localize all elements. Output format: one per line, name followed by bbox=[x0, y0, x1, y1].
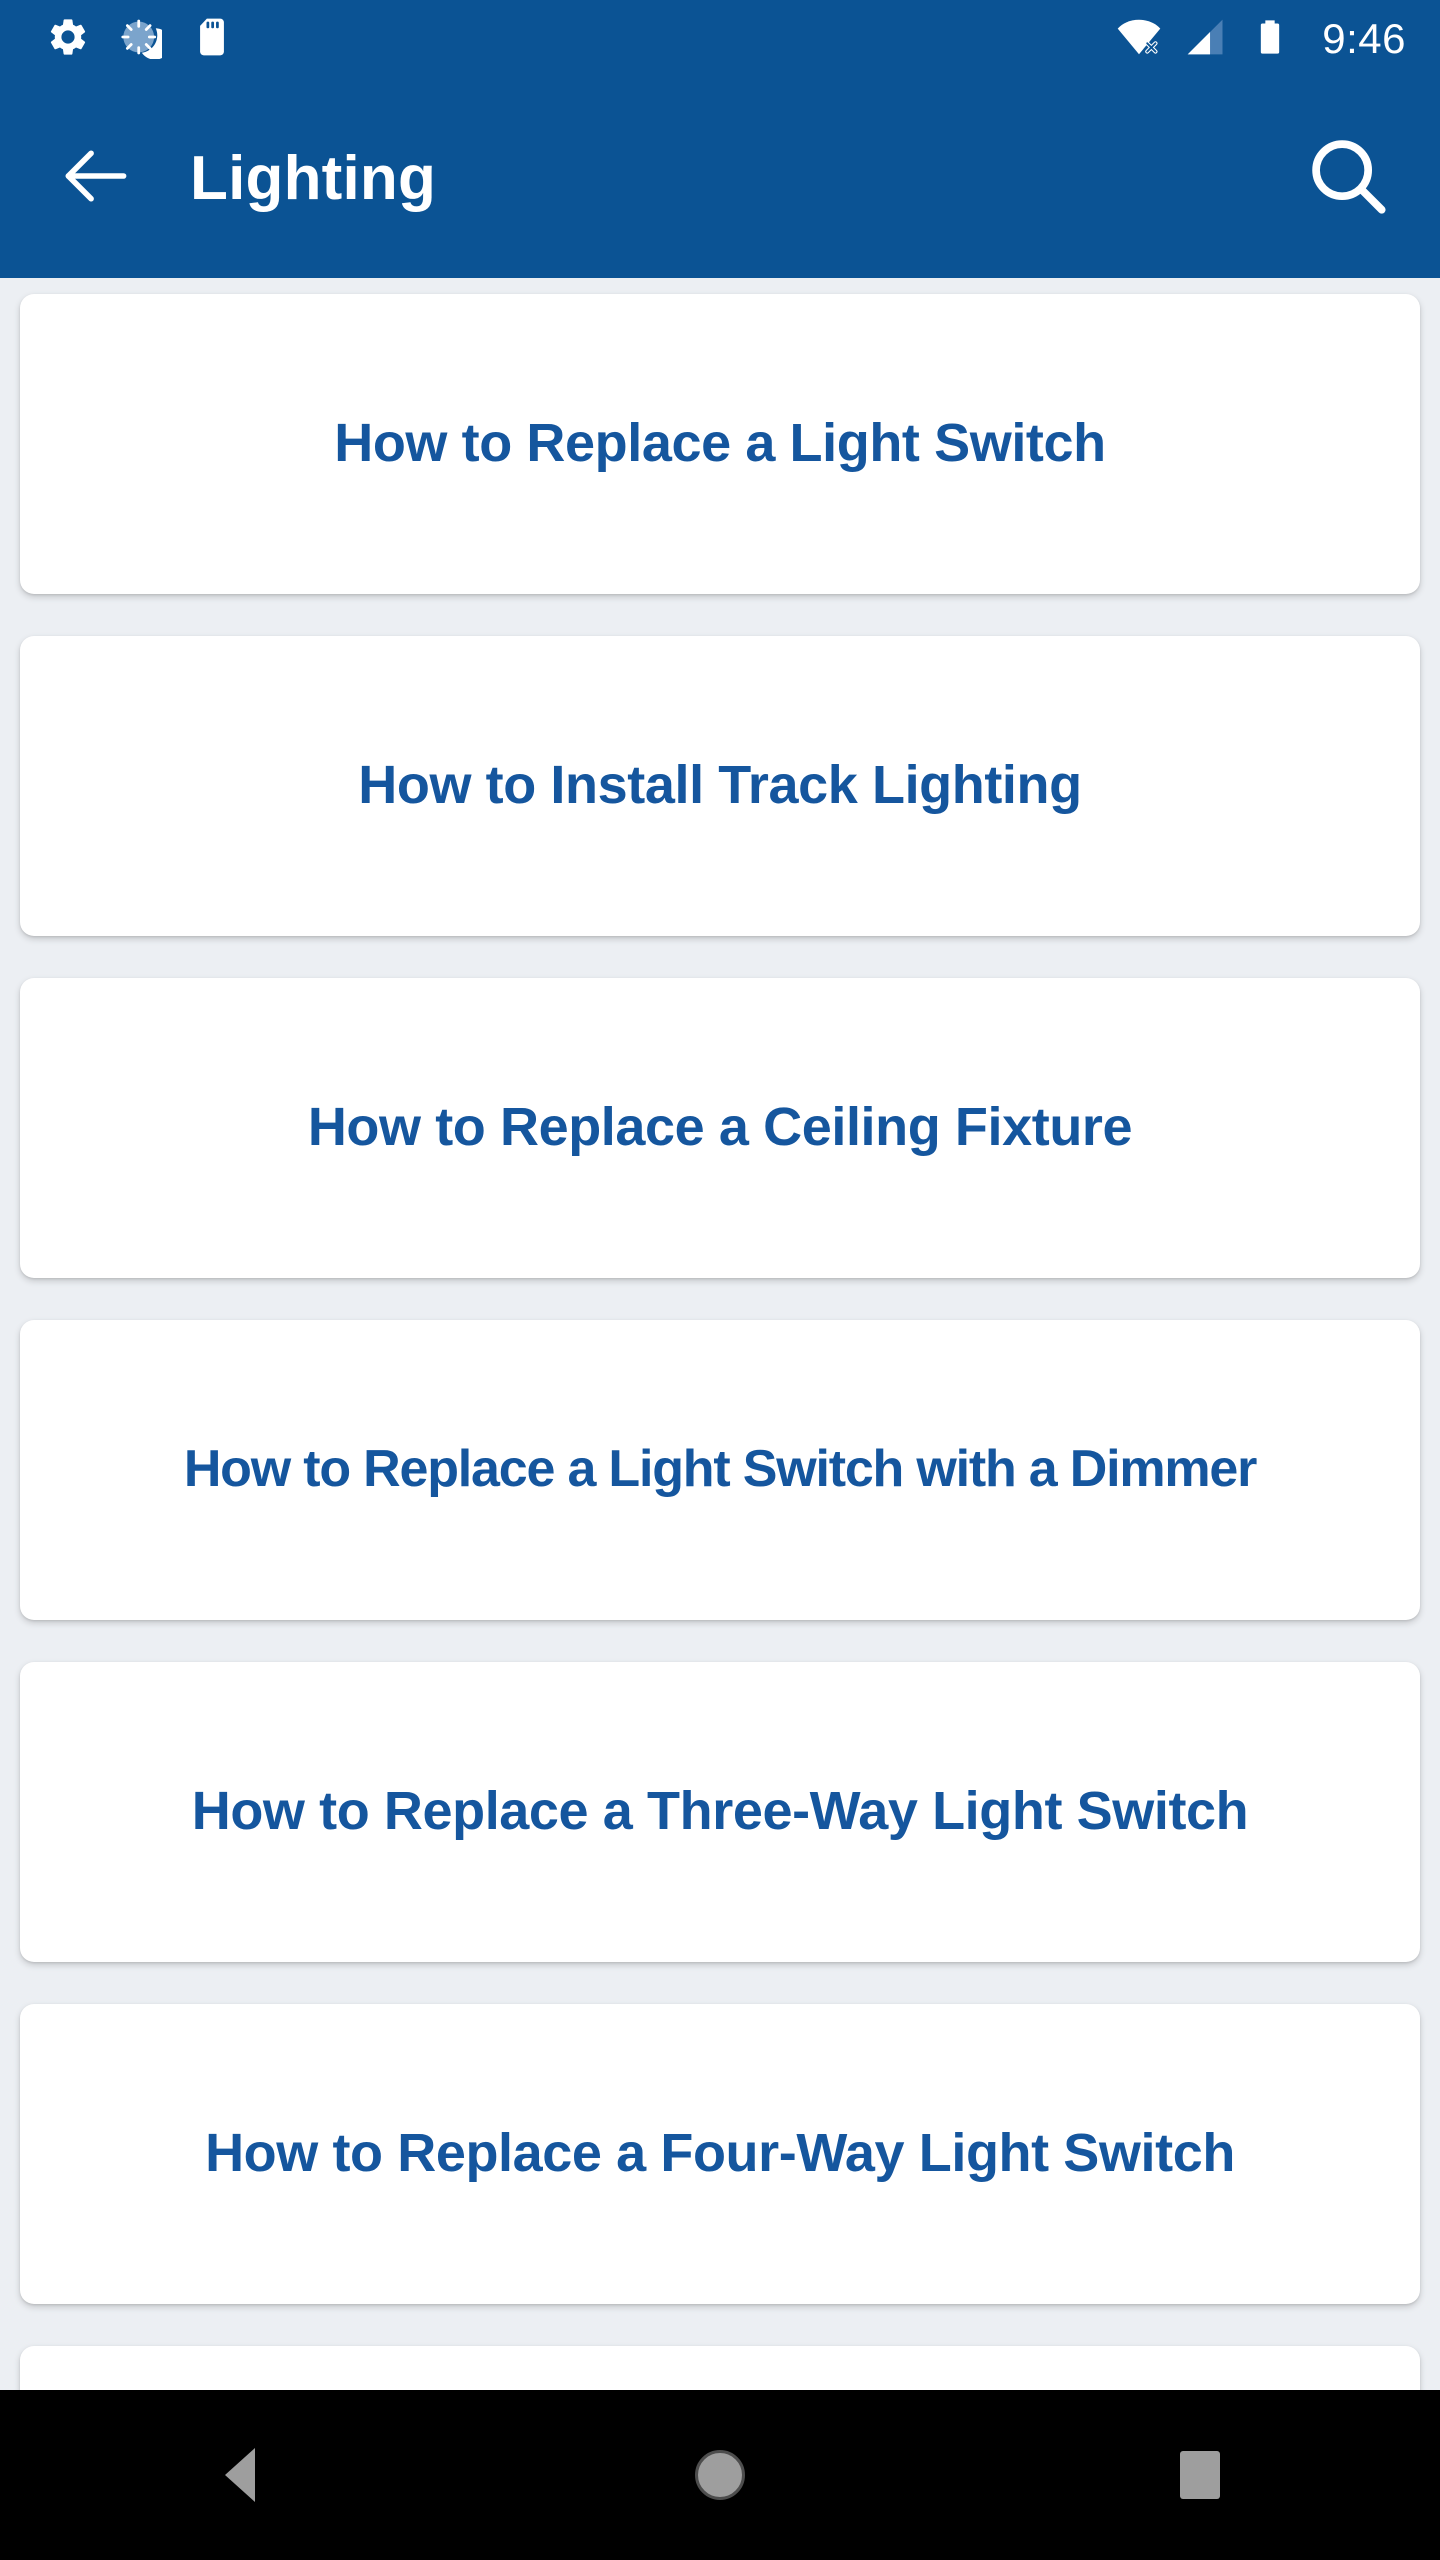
list-item-title: How to Install Track Lighting bbox=[358, 755, 1082, 816]
status-bar-right-icons: 9:46 bbox=[1116, 14, 1406, 65]
list-item-title: How to Replace a Three-Way Light Switch bbox=[191, 1781, 1249, 1842]
list-item[interactable]: How to Install Track Lighting bbox=[20, 636, 1420, 936]
app-bar: Lighting bbox=[0, 78, 1440, 278]
status-bar: 9:46 bbox=[0, 0, 1440, 78]
list-item[interactable]: How to Replace a Light Switch with a Dim… bbox=[20, 1320, 1420, 1620]
nav-back-button[interactable] bbox=[150, 2390, 330, 2560]
list-item[interactable]: How to Replace a Three-Way Light Switch bbox=[20, 1662, 1420, 1962]
nav-home-button[interactable] bbox=[630, 2390, 810, 2560]
page-title: Lighting bbox=[190, 143, 437, 213]
list-item[interactable]: How to Replace a Ceiling Fixture bbox=[20, 978, 1420, 1278]
list-item-title: How to Replace a Four-Way Light Switch bbox=[205, 2123, 1235, 2184]
nav-recents-button[interactable] bbox=[1110, 2390, 1290, 2560]
sd-card-icon bbox=[190, 15, 234, 64]
article-list[interactable]: How to Replace a Light Switch How to Ins… bbox=[0, 278, 1440, 2560]
circle-home-icon bbox=[695, 2450, 745, 2500]
back-button[interactable] bbox=[48, 130, 144, 226]
sync-spinner-icon bbox=[118, 15, 171, 64]
list-item-title: How to Replace a Light Switch bbox=[334, 413, 1106, 474]
search-button[interactable] bbox=[1296, 126, 1400, 230]
list-item[interactable]: How to Replace a Light Switch bbox=[20, 294, 1420, 594]
status-bar-clock: 9:46 bbox=[1322, 15, 1406, 62]
list-item[interactable]: How to Replace a Four-Way Light Switch bbox=[20, 2004, 1420, 2304]
status-bar-left-icons bbox=[46, 15, 234, 64]
arrow-left-icon bbox=[57, 137, 135, 220]
system-navigation-bar bbox=[0, 2390, 1440, 2560]
triangle-back-icon bbox=[225, 2448, 255, 2502]
wifi-off-icon bbox=[1116, 14, 1162, 65]
square-recents-icon bbox=[1180, 2451, 1220, 2499]
list-item-title: How to Replace a Light Switch with a Dim… bbox=[183, 1440, 1258, 1499]
list-item-title: How to Replace a Ceiling Fixture bbox=[307, 1097, 1133, 1158]
battery-full-icon bbox=[1250, 15, 1290, 64]
cellular-signal-icon bbox=[1184, 15, 1228, 64]
search-icon bbox=[1304, 132, 1392, 225]
phone-screen: 9:46 Lighting How to Replace a Light Swi… bbox=[0, 0, 1440, 2560]
settings-gear-icon bbox=[46, 15, 90, 64]
